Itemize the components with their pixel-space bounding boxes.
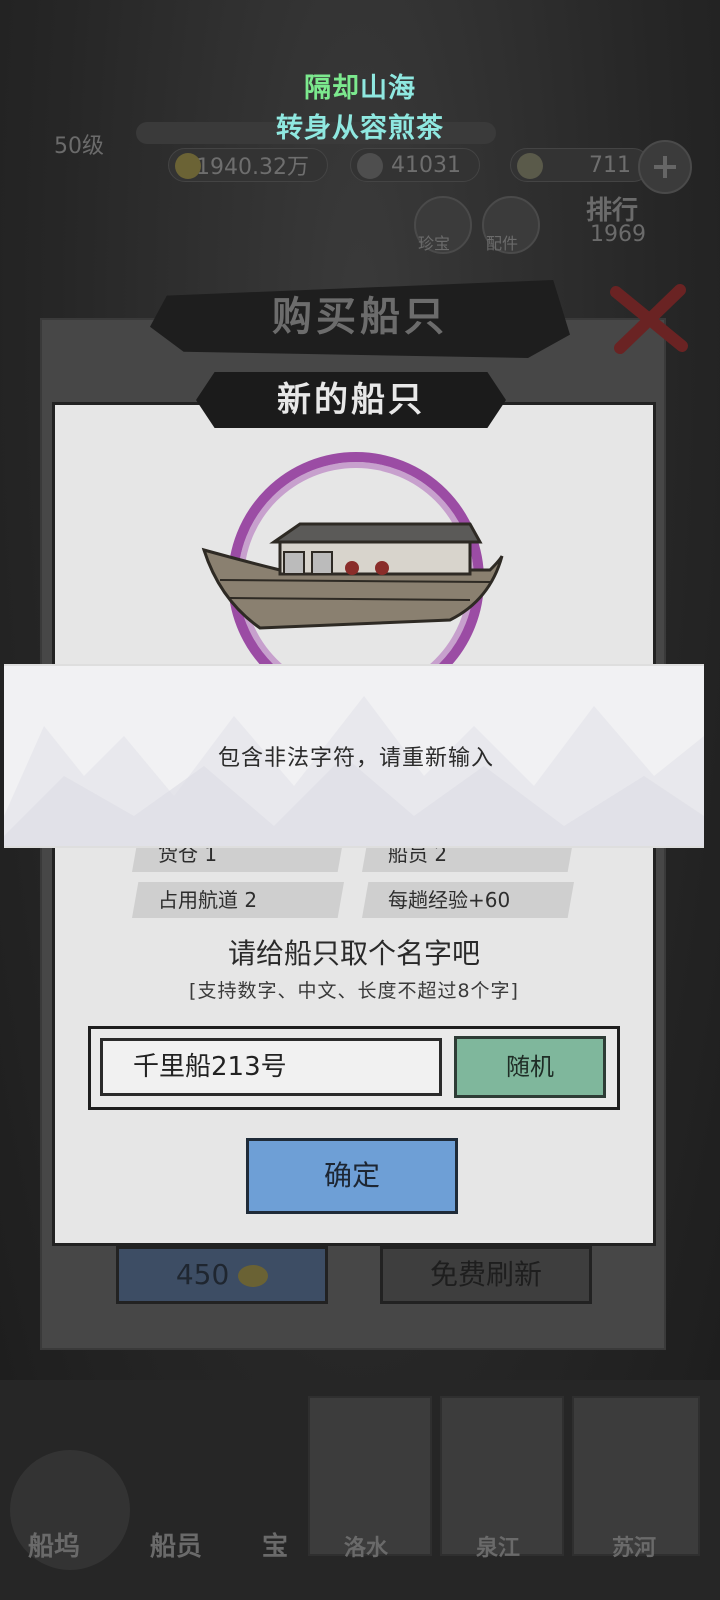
route-3-label: 苏河 [612, 1535, 657, 1561]
gold-value: 711 [589, 152, 631, 178]
ship-image [201, 522, 504, 630]
nav-dock[interactable]: 船坞 [28, 1526, 80, 1563]
buy-button[interactable]: 450 [116, 1246, 328, 1304]
silver-counter: 1940.32万 [168, 148, 328, 182]
toast-rest: 山海 [360, 73, 416, 104]
ranking-value: 1969 [590, 222, 646, 247]
name-prompt-hint: [支持数字、中文、长度不超过8个字] [189, 980, 519, 1002]
nav-treasure[interactable]: 宝 [262, 1526, 288, 1563]
add-gold-button[interactable] [638, 140, 692, 194]
silver-coin-icon [175, 153, 201, 179]
gold-ingot-icon [517, 153, 543, 179]
close-icon[interactable] [606, 282, 692, 356]
toast-line-2: 转身从容煎茶 [276, 113, 444, 144]
toast-highlight: 隔却 [304, 73, 360, 104]
nav-crew[interactable]: 船员 [150, 1526, 202, 1563]
free-refresh-button[interactable]: 免费刷新 [380, 1246, 592, 1304]
copper-value: 41031 [391, 152, 461, 178]
gold-counter: 711 [510, 148, 650, 182]
coin-icon [238, 1265, 269, 1287]
silver-value: 1940.32万 [196, 155, 309, 180]
route-2-label: 泉江 [476, 1535, 521, 1561]
alert-message: 包含非法字符，请重新输入 [217, 746, 494, 771]
copper-coin-icon [357, 153, 383, 179]
copper-counter: 41031 [350, 148, 480, 182]
treasure-label: 珍宝 [418, 234, 451, 253]
ship-name-input[interactable]: 千里船213号 [100, 1038, 442, 1096]
route-1-label: 洛水 [344, 1535, 389, 1561]
panel-title: 购买船只 [272, 293, 448, 340]
stat-lanes: 占用航道 2 [132, 882, 344, 918]
name-prompt-title: 请给船只取个名字吧 [227, 937, 480, 970]
toast-line-1: 隔却山海 [0, 66, 720, 105]
accessory-label: 配件 [486, 234, 519, 253]
plus-icon [654, 156, 676, 178]
panel-subtitle: 新的船只 [277, 380, 425, 420]
buy-cost: 450 [175, 1258, 230, 1291]
random-name-button[interactable]: 随机 [454, 1036, 606, 1098]
confirm-button[interactable]: 确定 [246, 1138, 458, 1214]
stat-exp: 每趟经验+60 [362, 882, 574, 918]
